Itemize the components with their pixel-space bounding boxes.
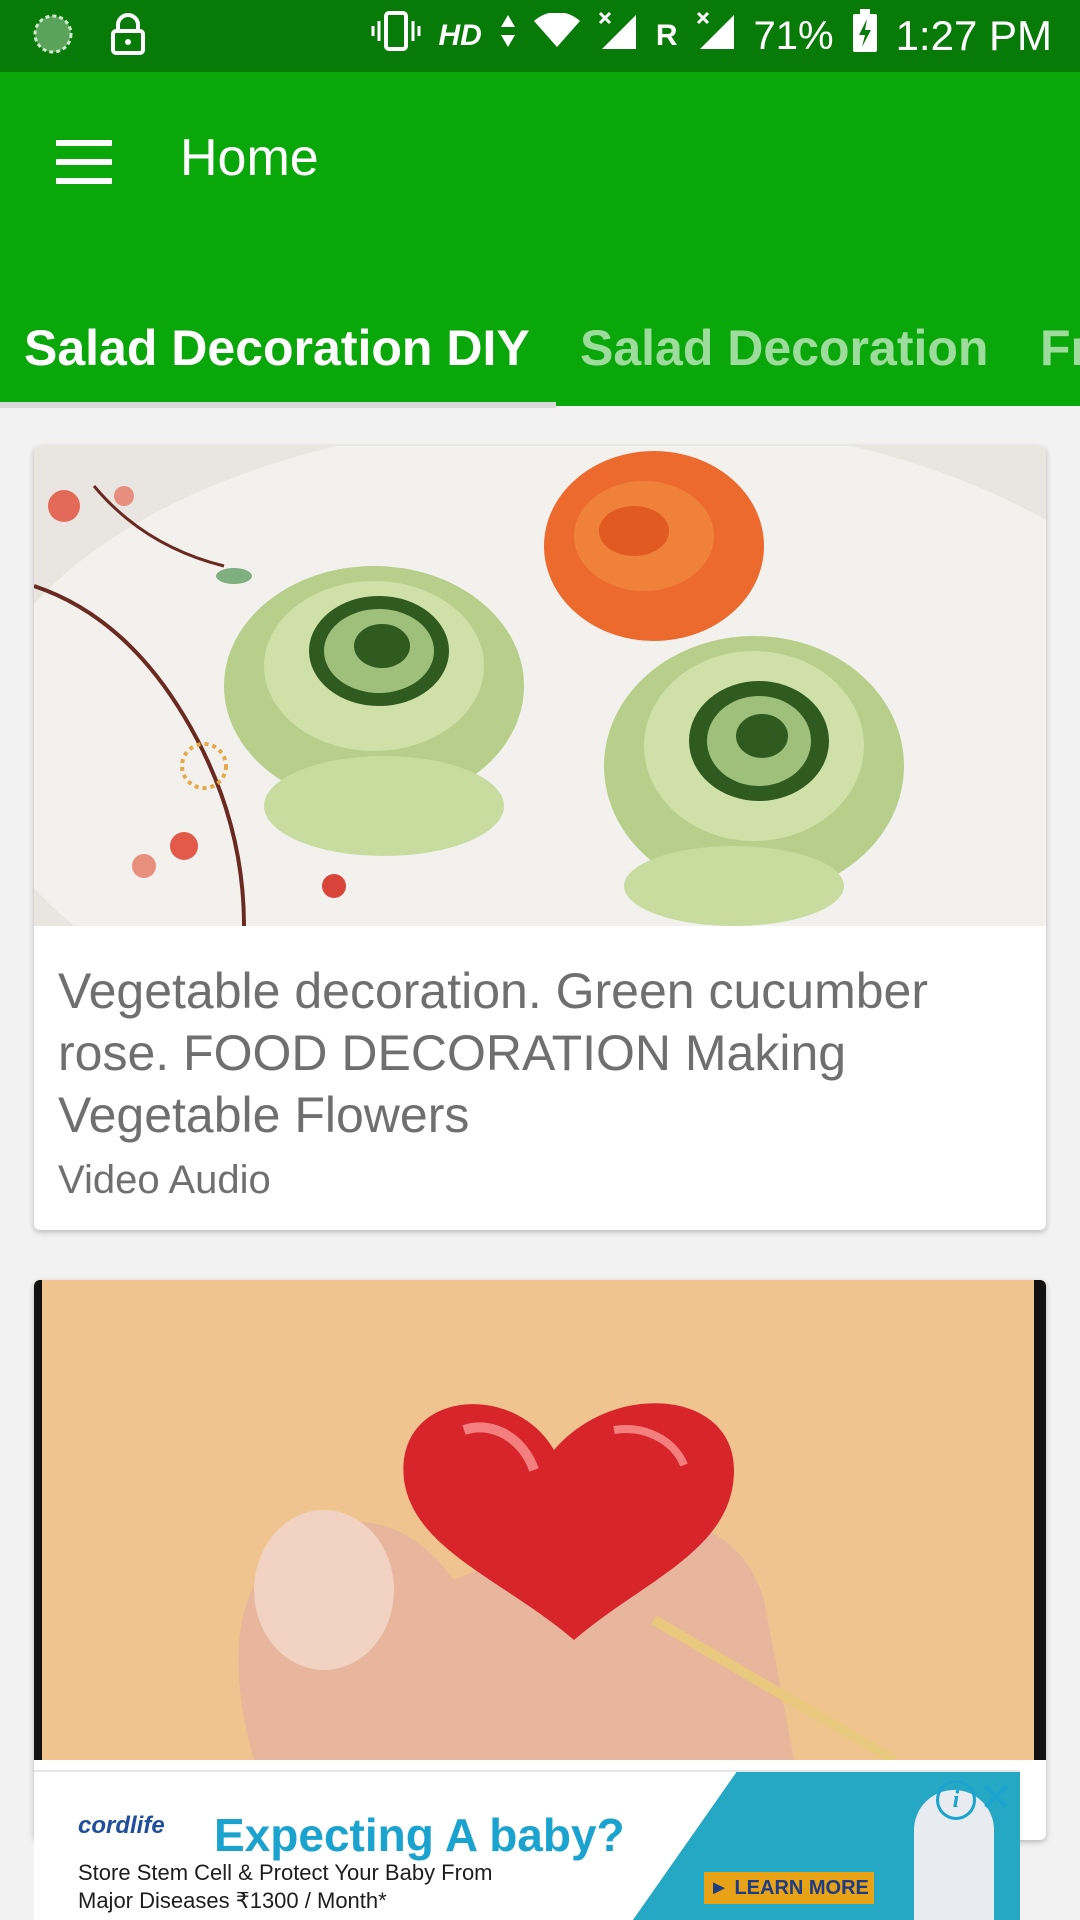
- video-card[interactable]: [34, 1280, 1046, 1840]
- page-title: Home: [180, 129, 319, 187]
- wifi-icon: [533, 12, 580, 59]
- clock: 1:27 PM: [895, 12, 1052, 59]
- vibrate-icon: [371, 9, 421, 63]
- signal-1-icon: [598, 11, 638, 61]
- tomato-heart-image: [34, 1280, 1046, 1760]
- ad-brand-logo: cordlife: [78, 1812, 165, 1839]
- menu-icon[interactable]: [56, 134, 112, 190]
- tab-salad-decoration[interactable]: Salad Decoration: [580, 290, 988, 406]
- app-toolbar: Home Salad Decoration DIY Salad Decorati…: [0, 72, 1080, 406]
- ad-learn-more-button[interactable]: ► LEARN MORE: [704, 1872, 874, 1904]
- ad-close-icon[interactable]: ✕: [978, 1778, 1014, 1818]
- app-notification-icon: [32, 13, 74, 60]
- ad-headline[interactable]: Expecting A baby?: [214, 1808, 625, 1862]
- data-arrows-icon: [500, 13, 516, 59]
- ad-text-line-2: Major Diseases ₹1300 / Month*: [78, 1888, 387, 1913]
- battery-charging-icon: [852, 9, 878, 63]
- ad-info-icon[interactable]: i: [936, 1780, 976, 1820]
- video-title[interactable]: Vegetable decoration. Green cucumber ros…: [58, 960, 1022, 1146]
- video-thumbnail[interactable]: [34, 446, 1046, 926]
- lock-icon: [110, 12, 146, 60]
- video-thumbnail[interactable]: [34, 1280, 1046, 1760]
- tab-bar: Salad Decoration DIY Salad Decoration Fr: [0, 290, 1080, 406]
- status-bar: HD R 71% 1:27 PM: [0, 0, 1080, 72]
- roaming-label: R: [655, 19, 678, 52]
- signal-2-icon: [696, 11, 736, 61]
- tab-salad-decoration-diy[interactable]: Salad Decoration DIY: [24, 290, 530, 406]
- tab-fr[interactable]: Fr: [1040, 290, 1080, 406]
- network-type-label: HD: [438, 19, 482, 52]
- ad-banner[interactable]: cordlife Expecting A baby? Store Stem Ce…: [34, 1770, 1020, 1920]
- video-subtitle: Video Audio: [58, 1158, 271, 1202]
- cucumber-rose-image: [34, 446, 1046, 926]
- battery-percent: 71%: [753, 13, 834, 58]
- video-card[interactable]: Vegetable decoration. Green cucumber ros…: [34, 446, 1046, 1230]
- ad-text-line-1: Store Stem Cell & Protect Your Baby From: [78, 1860, 493, 1885]
- video-feed[interactable]: Vegetable decoration. Green cucumber ros…: [0, 408, 1080, 1920]
